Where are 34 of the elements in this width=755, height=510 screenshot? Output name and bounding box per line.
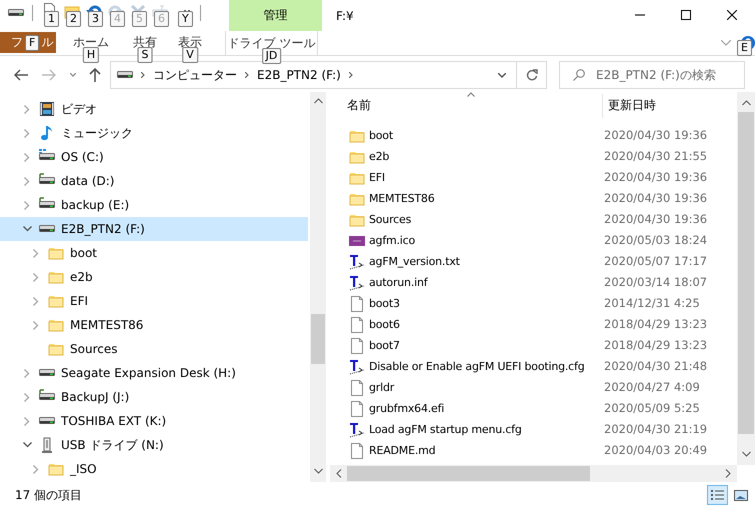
keytip-tooltip: V xyxy=(182,47,198,63)
date-cell: 2020/04/30 21:19 xyxy=(604,422,708,436)
keytip-tooltip: JD xyxy=(262,48,282,64)
keytip-tooltip: 4 xyxy=(110,11,125,27)
date-cell: 2020/03/14 18:07 xyxy=(604,276,708,290)
keytip-tooltip: 1 xyxy=(44,11,59,27)
item-count: 17 個の項目 xyxy=(15,488,82,502)
date-cell: 2020/04/03 20:49 xyxy=(604,444,708,458)
date-cell: 2020/04/30 21:55 xyxy=(604,150,708,164)
date-cell: 2020/04/30 21:48 xyxy=(604,360,708,374)
date-cell: 2020/04/30 19:36 xyxy=(604,212,708,226)
keytip-tooltip: 5 xyxy=(132,11,147,27)
keytip-tooltip: S xyxy=(138,47,152,63)
date-cell: 2018/04/29 13:23 xyxy=(604,338,708,352)
date-cell: 2020/04/30 19:36 xyxy=(604,170,708,184)
context-tab-group: 管理 xyxy=(229,0,322,31)
keytip-tooltip: 3 xyxy=(88,11,103,27)
window-title: F:¥ xyxy=(336,9,354,24)
date-cell: 2014/12/31 4:25 xyxy=(604,296,700,310)
date-cell: 2018/04/29 13:23 xyxy=(604,318,708,332)
date-cell: 2020/05/09 5:25 xyxy=(604,402,700,416)
tab-label: フ xyxy=(11,35,23,50)
date-cell: 2020/04/27 4:09 xyxy=(604,380,700,394)
keytip-tooltip: Y xyxy=(178,11,193,27)
keytip-tooltip: 6 xyxy=(154,11,169,27)
date-cell: 2020/04/30 19:36 xyxy=(604,192,708,206)
keytip-tooltip: E xyxy=(737,40,752,56)
tab-label: ル xyxy=(41,35,54,50)
keytip-tooltip: 2 xyxy=(66,11,81,27)
date-cell: 2020/05/07 17:17 xyxy=(604,254,708,268)
date-cell: 2020/04/30 19:36 xyxy=(604,128,708,142)
keytip-tooltip: F xyxy=(25,34,40,50)
date-cell: 2020/05/03 18:24 xyxy=(604,234,708,248)
keytip-tooltip: H xyxy=(82,47,100,63)
